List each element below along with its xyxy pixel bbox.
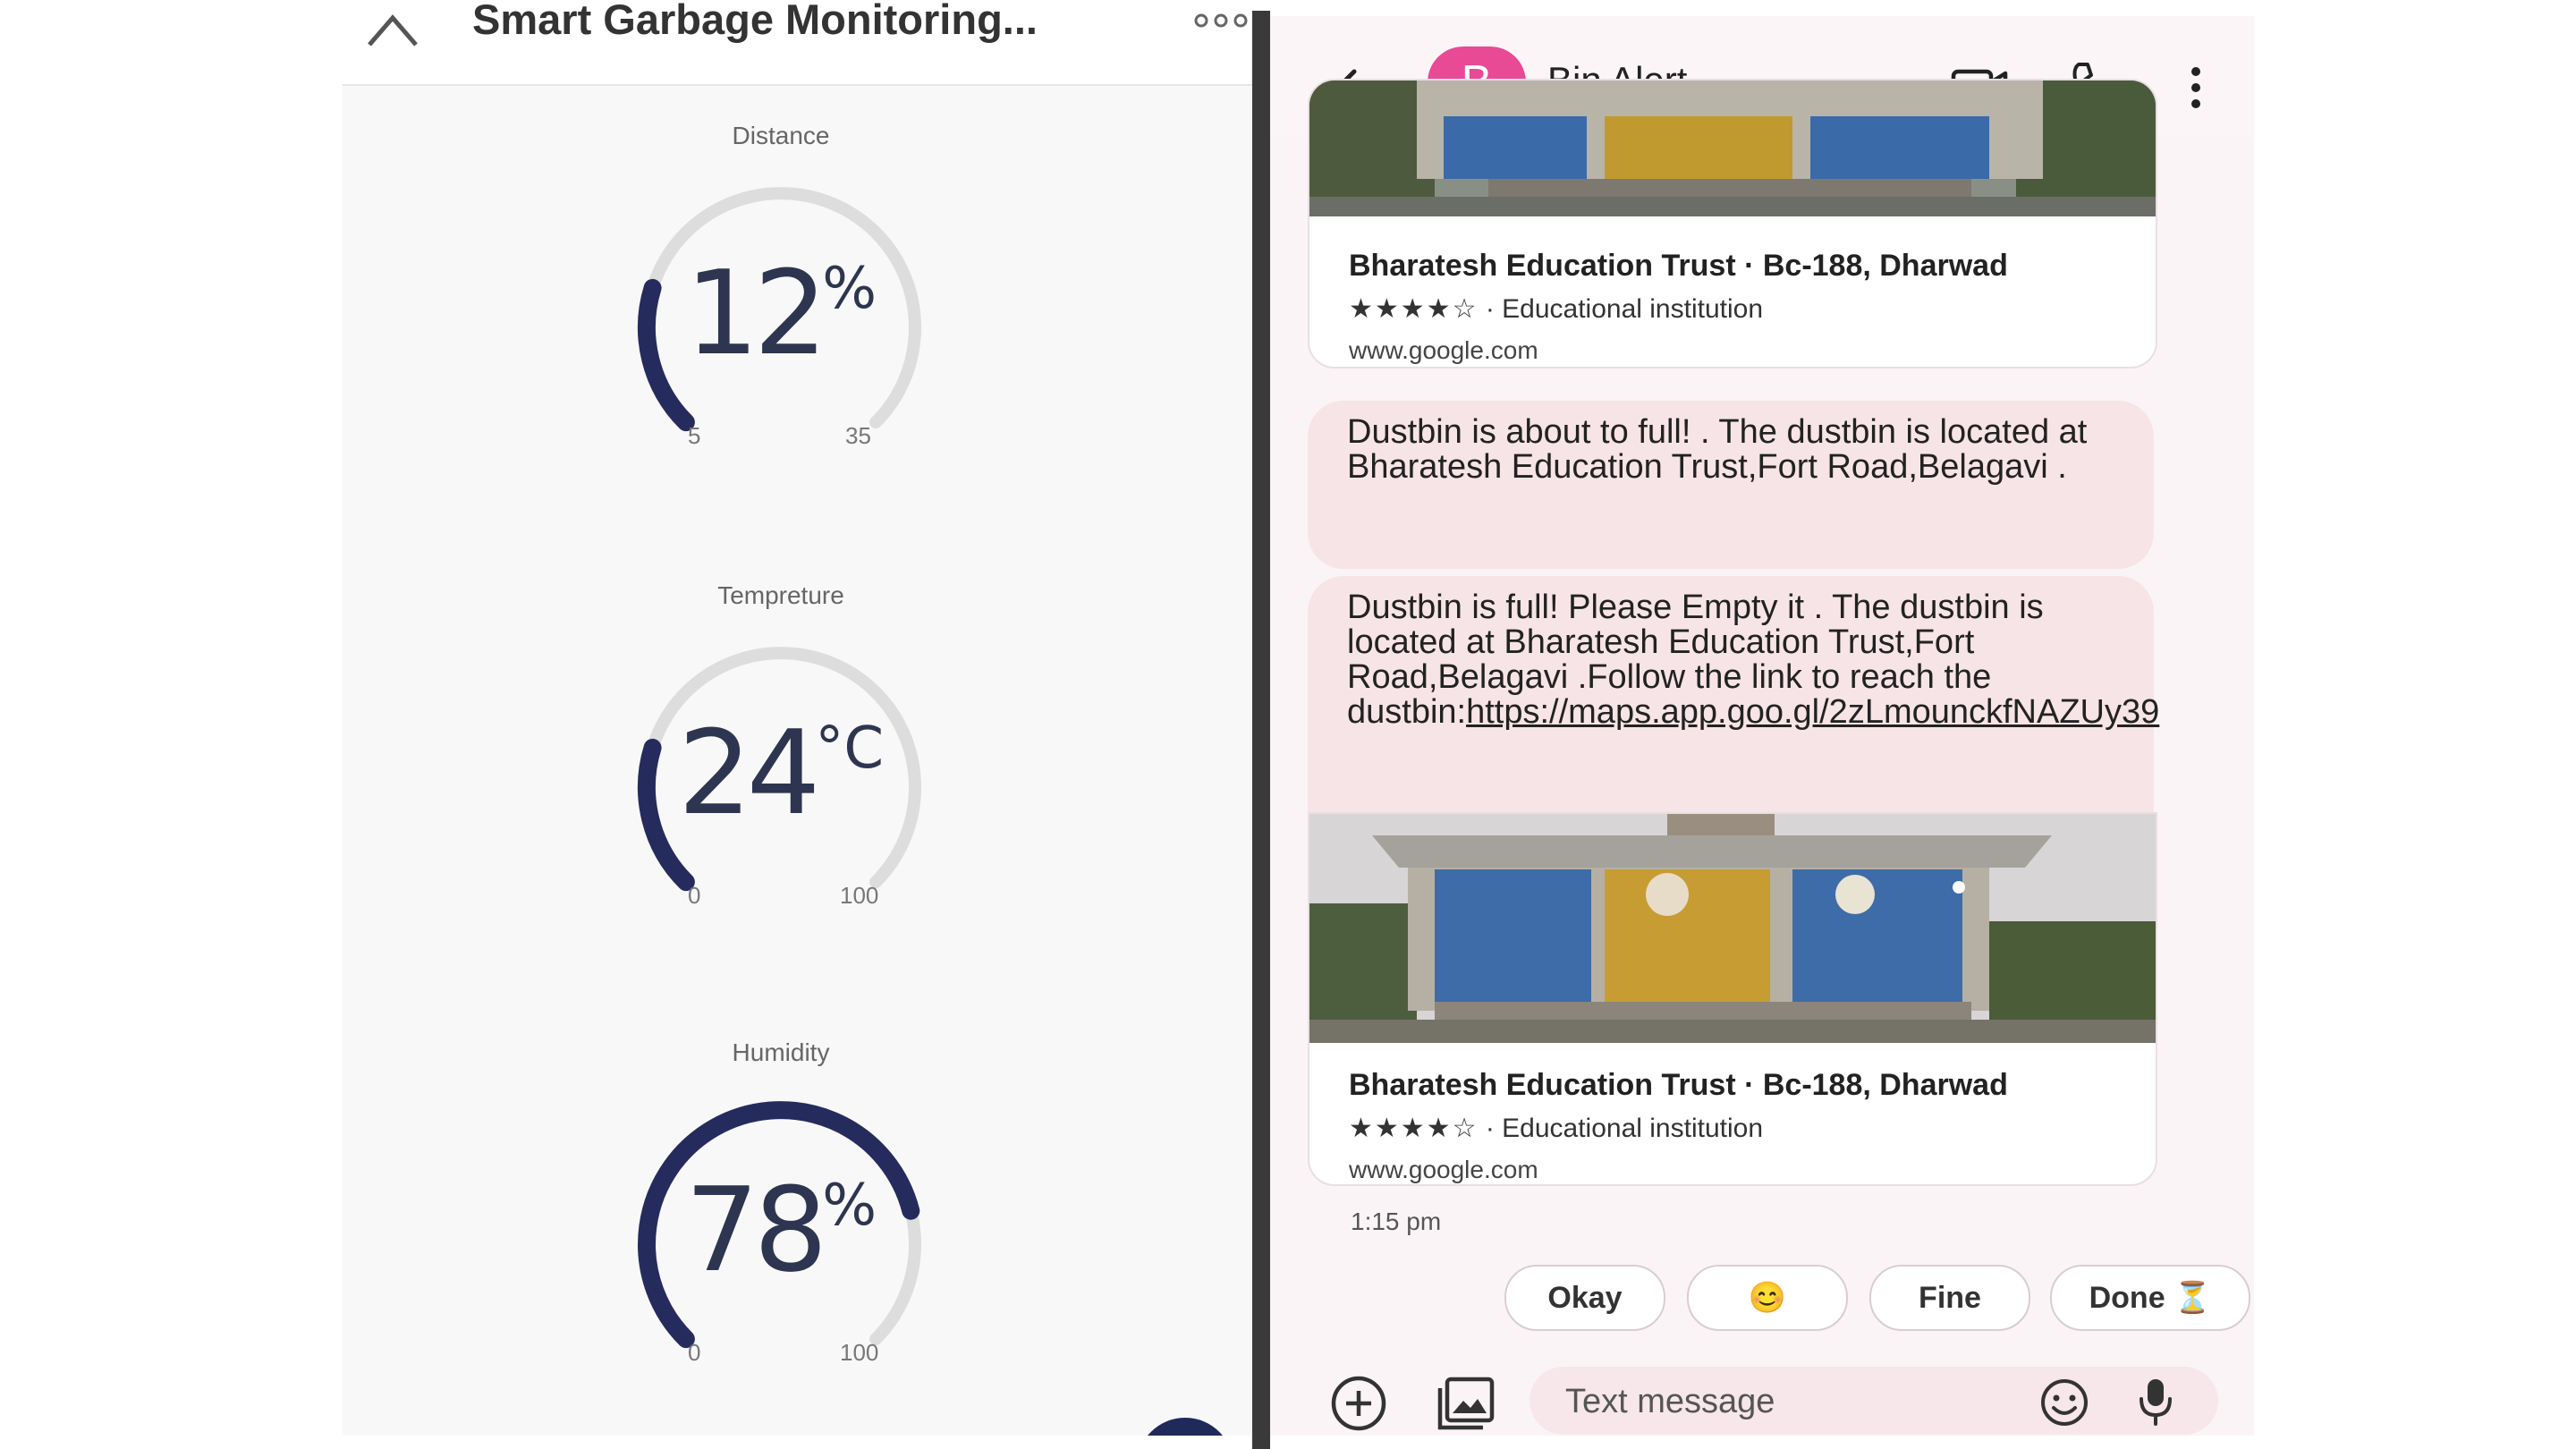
smart-reply-done[interactable]: Done ⏳ — [2050, 1265, 2250, 1331]
gauge-max: 100 — [840, 1339, 879, 1366]
panel-divider — [1252, 11, 1270, 1449]
card-url[interactable]: www.google.com — [1349, 1156, 1538, 1184]
gauge-max: 35 — [845, 422, 871, 449]
add-icon[interactable] — [1329, 1374, 1388, 1433]
card-category: · Educational institution — [1478, 294, 1763, 324]
card-title: Bharatesh Education Trust · Bc-188, Dhar… — [1349, 249, 2008, 283]
card-category: · Educational institution — [1478, 1114, 1763, 1143]
mic-icon[interactable] — [2136, 1376, 2175, 1428]
emoji-icon[interactable] — [2039, 1377, 2089, 1428]
message-bubble[interactable]: Dustbin is about to full! . The dustbin … — [1308, 401, 2154, 569]
location-photo — [1309, 814, 2156, 1043]
message-bubble[interactable]: Dustbin is full! Please Empty it . The d… — [1308, 576, 2160, 844]
rating-stars: ★★★★☆ — [1349, 293, 1479, 325]
gauge-min: 0 — [688, 882, 701, 909]
gauge-temperature: Tempreture 24°C 0 100 — [575, 581, 987, 921]
gauge-value: 24°C — [677, 705, 885, 841]
message-text: Dustbin is full! Please Empty it . The d… — [1347, 589, 2160, 731]
more-vert-icon[interactable] — [2182, 63, 2209, 113]
gallery-icon[interactable] — [1435, 1374, 1497, 1433]
app-header: Smart Garbage Monitoring... — [343, 0, 1253, 86]
smart-reply-fine[interactable]: Fine — [1869, 1265, 2030, 1331]
message-text: Dustbin is about to full! . The dustbin … — [1347, 413, 2088, 486]
card-rating: ★★★★☆ · Educational institution — [1349, 293, 1763, 325]
smart-reply-okay[interactable]: Okay — [1504, 1265, 1665, 1331]
gauge-min: 0 — [688, 1339, 701, 1366]
rating-stars: ★★★★☆ — [1349, 1113, 1479, 1144]
location-card[interactable]: Bharatesh Education Trust · Bc-188, Dhar… — [1308, 812, 2157, 1186]
gauge-label: Distance — [732, 122, 830, 149]
smart-reply-emoji[interactable]: 😊 — [1687, 1265, 1848, 1331]
message-input[interactable]: Text message — [1530, 1367, 2218, 1435]
floating-action-button[interactable] — [1137, 1418, 1233, 1436]
close-icon[interactable] — [364, 5, 421, 50]
gauge-humidity: Humidity 78% 0 100 — [575, 1038, 987, 1378]
location-photo — [1309, 80, 2156, 216]
messages-panel: B Bin Alert Bharatesh Education Trust · … — [1270, 16, 2254, 1436]
card-rating: ★★★★☆ · Educational institution — [1349, 1113, 1763, 1144]
gauge-max: 100 — [840, 882, 879, 909]
maps-link[interactable]: https://maps.app.goo.gl/2zLmounckfNAZUy3… — [1466, 693, 2159, 731]
message-input-placeholder: Text message — [1565, 1383, 1775, 1420]
location-card[interactable]: Bharatesh Education Trust · Bc-188, Dhar… — [1308, 79, 2157, 369]
more-icon[interactable] — [1192, 7, 1253, 34]
page-title: Smart Garbage Monitoring... — [472, 0, 1038, 43]
gauge-value: 12% — [684, 245, 877, 381]
gauge-label: Tempreture — [717, 581, 844, 609]
card-url[interactable]: www.google.com — [1349, 336, 1538, 365]
gauge-distance: Distance 12% 5 35 — [575, 122, 987, 462]
gauge-value: 78% — [684, 1162, 877, 1298]
gauge-min: 5 — [688, 422, 701, 449]
card-title: Bharatesh Education Trust · Bc-188, Dhar… — [1349, 1068, 2008, 1102]
gauge-label: Humidity — [732, 1038, 830, 1066]
message-timestamp: 1:15 pm — [1351, 1208, 1442, 1235]
dashboard-panel: Smart Garbage Monitoring... Distance 12%… — [343, 0, 1253, 1436]
